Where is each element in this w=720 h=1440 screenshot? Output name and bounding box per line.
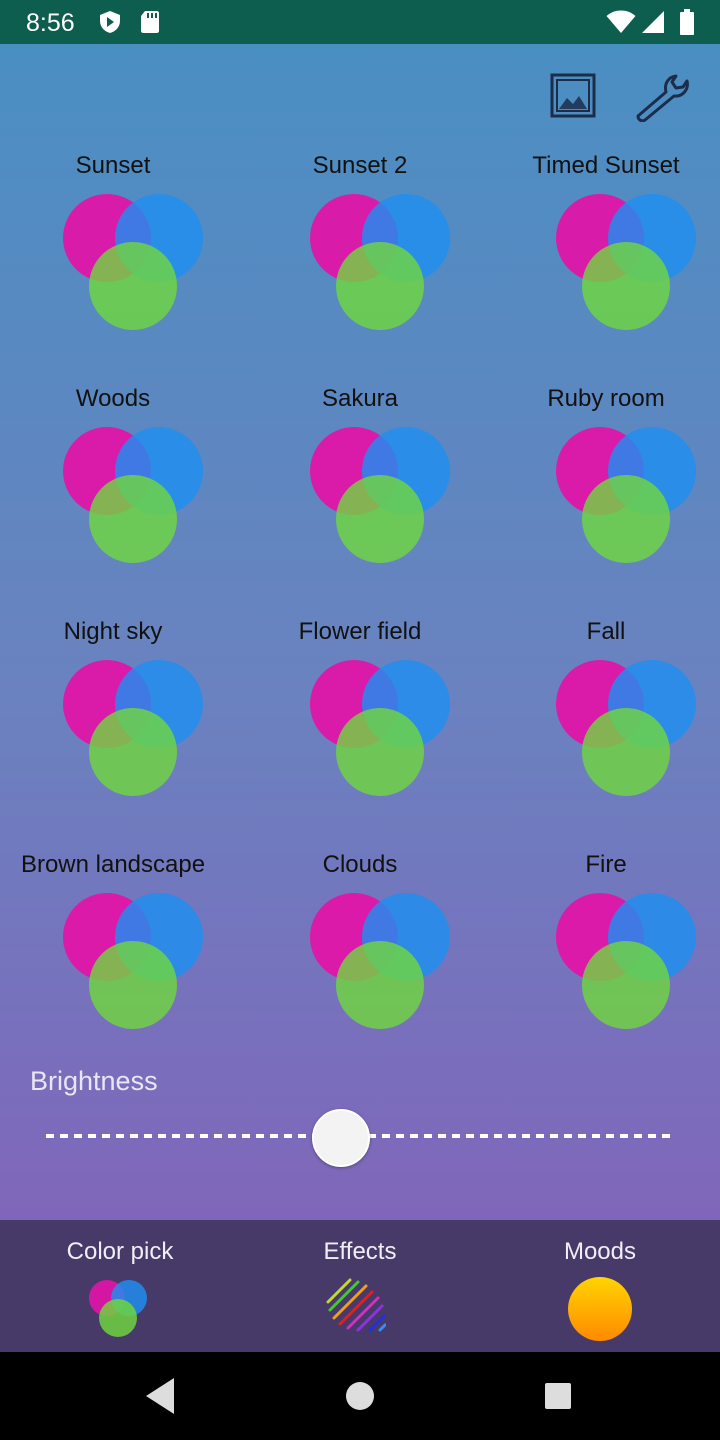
nav-color-pick-label: Color pick (66, 1238, 174, 1265)
status-bar: 8:56 (0, 0, 720, 44)
nav-moods-label: Moods (563, 1238, 637, 1265)
wifi-icon (606, 10, 636, 33)
mood-label: Sunset (75, 152, 151, 179)
mood-label: Brown landscape (20, 851, 206, 878)
back-icon[interactable] (142, 1374, 178, 1418)
color-circles-icon (310, 893, 450, 1029)
wrench-icon[interactable] (632, 72, 692, 122)
nav-color-pick[interactable]: Color pick (20, 1220, 220, 1352)
moods-screen: Sunset Sunset 2 Timed Sunset Woods Sakura Rub… (0, 44, 720, 1220)
color-circles-icon (310, 660, 450, 796)
mood-item[interactable]: Timed Sunset (486, 146, 720, 346)
mood-item[interactable]: Brown landscape (0, 845, 233, 1045)
brightness-label: Brightness (30, 1066, 158, 1096)
mood-item[interactable]: Sunset (0, 146, 233, 346)
status-time: 8:56 (26, 9, 75, 37)
color-circles-icon (63, 893, 203, 1029)
system-navigation-bar (0, 1352, 720, 1440)
color-circles-icon (556, 660, 696, 796)
mood-item[interactable]: Ruby room (486, 379, 720, 579)
color-circles-icon (63, 427, 203, 563)
color-circles-icon (63, 194, 203, 330)
cell-signal-icon (642, 11, 664, 33)
color-circles-icon (556, 194, 696, 330)
color-circles-icon (63, 660, 203, 796)
mood-item[interactable]: Clouds (240, 845, 480, 1045)
shield-icon (100, 11, 120, 33)
mood-label: Fire (585, 851, 627, 878)
mood-label: Night sky (63, 618, 163, 645)
mood-item[interactable]: Fall (486, 612, 720, 812)
mood-label: Fall (586, 618, 626, 645)
image-icon[interactable] (548, 72, 600, 120)
mood-item[interactable]: Fire (486, 845, 720, 1045)
home-icon[interactable] (344, 1380, 376, 1412)
sd-card-icon (141, 11, 159, 33)
mood-label: Ruby room (547, 385, 665, 412)
mood-item[interactable]: Sunset 2 (240, 146, 480, 346)
color-circles-icon (310, 427, 450, 563)
mood-item[interactable]: Sakura (240, 379, 480, 579)
rainbow-stripes-icon (326, 1278, 386, 1332)
mood-label: Flower field (298, 618, 422, 645)
color-circles-icon (89, 1280, 147, 1337)
color-circles-icon (556, 427, 696, 563)
nav-effects[interactable]: Effects (260, 1220, 460, 1352)
color-circles-icon (556, 893, 696, 1029)
mood-label: Woods (75, 385, 151, 412)
sun-orb-icon (568, 1277, 632, 1341)
battery-icon (680, 9, 694, 35)
mood-item[interactable]: Night sky (0, 612, 233, 812)
brightness-slider-thumb[interactable] (312, 1109, 371, 1167)
mood-label: Sunset 2 (312, 152, 408, 179)
mood-item[interactable]: Woods (0, 379, 233, 579)
mood-label: Sakura (321, 385, 399, 412)
nav-effects-label: Effects (323, 1238, 397, 1265)
nav-moods[interactable]: Moods (500, 1220, 700, 1352)
bottom-navigation: Color pick Effects Moods (0, 1220, 720, 1352)
recents-icon[interactable] (544, 1382, 572, 1410)
color-circles-icon (310, 194, 450, 330)
mood-label: Timed Sunset (532, 152, 680, 179)
mood-item[interactable]: Flower field (240, 612, 480, 812)
mood-label: Clouds (322, 851, 398, 878)
